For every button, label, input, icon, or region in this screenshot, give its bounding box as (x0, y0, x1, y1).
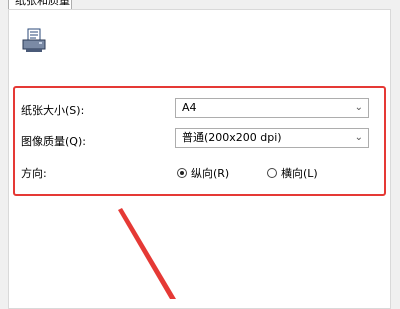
annotation-arrow (118, 208, 176, 299)
